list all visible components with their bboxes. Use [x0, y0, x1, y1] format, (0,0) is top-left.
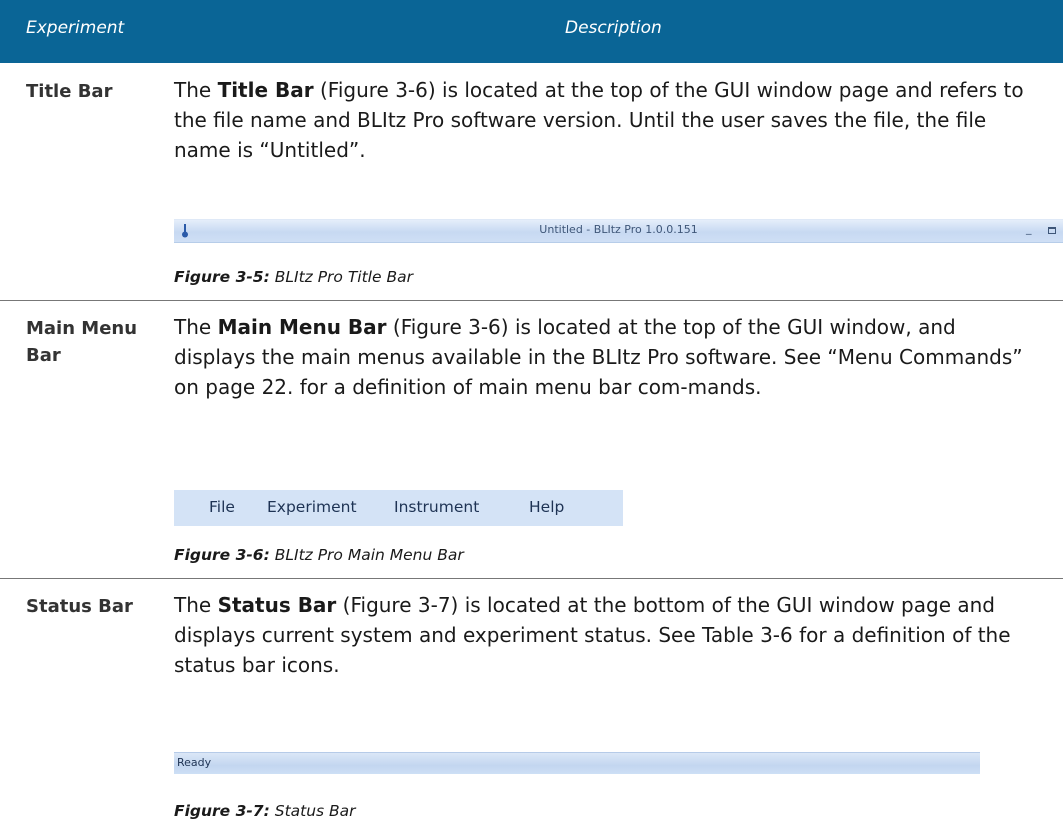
term-status-bar: Status Bar — [217, 593, 337, 617]
row-description-title-bar: The Title Bar (Figure 3-6) is located at… — [174, 78, 1024, 162]
figure-main-menu-bar: File Experiment Instrument Help — [174, 490, 623, 526]
maximize-icon[interactable] — [1048, 227, 1056, 234]
figure-caption-3-5: Figure 3-5: BLItz Pro Title Bar — [174, 268, 413, 286]
figure-title-bar: Untitled - BLItz Pro 1.0.0.151 _ — [174, 219, 1063, 243]
menu-item-instrument[interactable]: Instrument — [394, 498, 479, 516]
row-divider — [0, 578, 1063, 579]
status-text: Ready — [177, 756, 212, 769]
document-page: Experiment Description Title Bar The Tit… — [0, 0, 1063, 840]
header-description: Description — [565, 18, 662, 38]
menu-item-file[interactable]: File — [209, 498, 235, 516]
table-header: Experiment Description — [0, 0, 1063, 63]
window-title: Untitled - BLItz Pro 1.0.0.151 — [539, 223, 698, 236]
row-label-main-menu-bar: Main Menu Bar — [26, 318, 138, 366]
row-label-title-bar: Title Bar — [26, 81, 113, 102]
figure-caption-3-6: Figure 3-6: BLItz Pro Main Menu Bar — [174, 546, 464, 564]
term-main-menu-bar: Main Menu Bar — [217, 315, 387, 339]
term-title-bar: Title Bar — [217, 78, 314, 102]
row-label-status-bar: Status Bar — [26, 596, 133, 617]
row-description-status-bar: The Status Bar (Figure 3-7) is located a… — [174, 593, 1011, 677]
menu-item-help[interactable]: Help — [529, 498, 564, 516]
minimize-icon[interactable]: _ — [1026, 222, 1032, 235]
figure-caption-3-7: Figure 3-7: Status Bar — [174, 802, 356, 820]
menu-item-experiment[interactable]: Experiment — [267, 498, 357, 516]
header-experiment: Experiment — [26, 18, 125, 38]
row-divider — [0, 300, 1063, 301]
figure-status-bar: Ready — [174, 752, 980, 774]
row-description-main-menu-bar: The Main Menu Bar (Figure 3-6) is locate… — [174, 315, 1023, 399]
